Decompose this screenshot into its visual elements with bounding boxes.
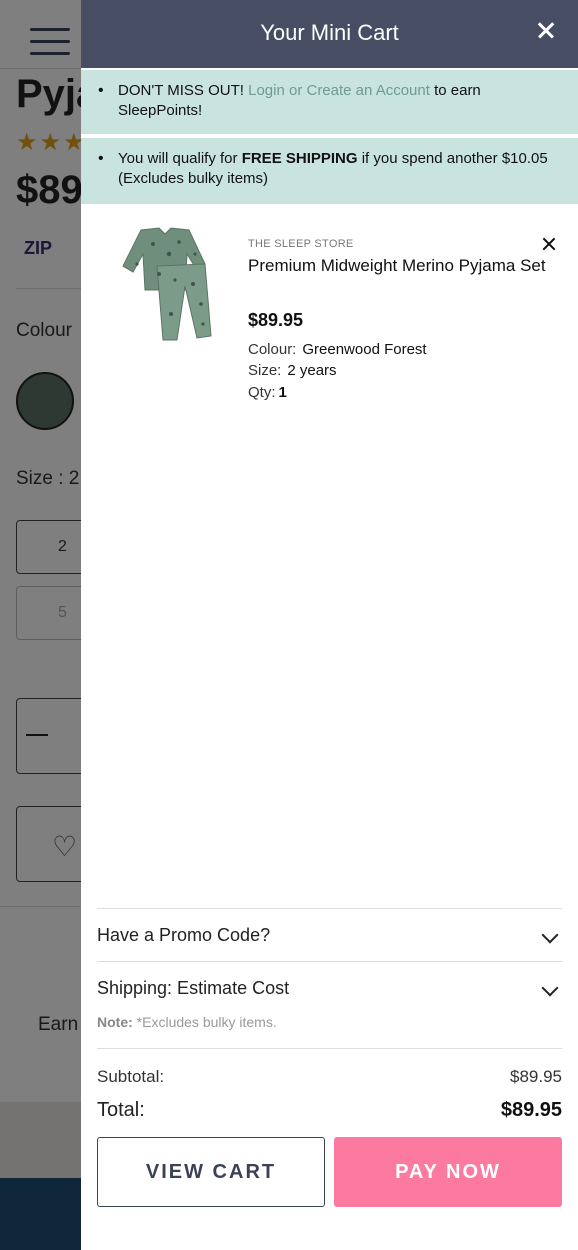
promo-code-toggle[interactable]: Have a Promo Code? — [97, 908, 562, 961]
subtotal-label: Subtotal: — [97, 1067, 165, 1086]
item-name[interactable]: Premium Midweight Merino Pyjama Set — [248, 252, 548, 279]
total-row: Total: $89.95 — [97, 1099, 562, 1131]
login-notice-prefix: DON'T MISS OUT! — [118, 82, 244, 99]
total-label: Total: — [97, 1099, 145, 1121]
item-size: Size: 2 years — [248, 362, 337, 379]
totals: Subtotal: $89.95 Total: $89.95 — [97, 1048, 562, 1131]
mini-cart-drawer: Your Mini Cart DON'T MISS OUT! Login or … — [81, 0, 578, 1250]
item-colour-label: Colour: — [248, 341, 297, 358]
product-image[interactable] — [113, 224, 215, 348]
note-text: *Excludes bulky items. — [136, 1014, 277, 1030]
remove-item-icon[interactable] — [540, 234, 560, 254]
chevron-down-icon — [541, 926, 559, 944]
cart-actions: VIEW CART PAY NOW — [97, 1137, 562, 1209]
cart-summary: Have a Promo Code? Shipping: Estimate Co… — [97, 908, 562, 1209]
free-shipping-notice: You will qualify for FREE SHIPPING if yo… — [81, 134, 578, 204]
item-qty-value: 1 — [278, 384, 287, 401]
item-colour-value: Greenwood Forest — [302, 341, 427, 358]
pay-now-button[interactable]: PAY NOW — [334, 1137, 562, 1207]
shipping-note: Note: *Excludes bulky items. — [97, 1014, 562, 1048]
note-label: Note: — [97, 1014, 133, 1030]
item-size-value: 2 years — [287, 362, 337, 379]
subtotal-row: Subtotal: $89.95 — [97, 1067, 562, 1099]
cart-item: THE SLEEP STORE Premium Midweight Merino… — [81, 204, 578, 404]
view-cart-button[interactable]: VIEW CART — [97, 1137, 325, 1207]
shipping-notice-prefix: You will qualify for — [118, 150, 238, 167]
item-size-label: Size: — [248, 362, 282, 379]
item-qty-label: Qty: — [248, 384, 276, 401]
total-value: $89.95 — [500, 1099, 562, 1121]
shipping-estimate-toggle[interactable]: Shipping: Estimate Cost — [97, 961, 562, 1014]
close-icon[interactable] — [532, 16, 560, 44]
shipping-estimate-label: Shipping: Estimate Cost — [97, 978, 290, 998]
login-notice: DON'T MISS OUT! Login or Create an Accou… — [81, 68, 578, 134]
item-qty: Qty: 1 — [248, 384, 287, 401]
promo-code-label: Have a Promo Code? — [97, 925, 271, 945]
mini-cart-title: Your Mini Cart — [260, 20, 399, 45]
login-link[interactable]: Login or Create an Account — [248, 82, 430, 99]
free-shipping-label: FREE SHIPPING — [241, 150, 358, 167]
item-price: $89.95 — [248, 310, 304, 330]
item-colour: Colour: Greenwood Forest — [248, 341, 427, 358]
subtotal-value: $89.95 — [510, 1067, 562, 1086]
chevron-down-icon — [541, 979, 559, 997]
item-brand: THE SLEEP STORE — [248, 238, 354, 250]
mini-cart-header: Your Mini Cart — [81, 0, 578, 68]
